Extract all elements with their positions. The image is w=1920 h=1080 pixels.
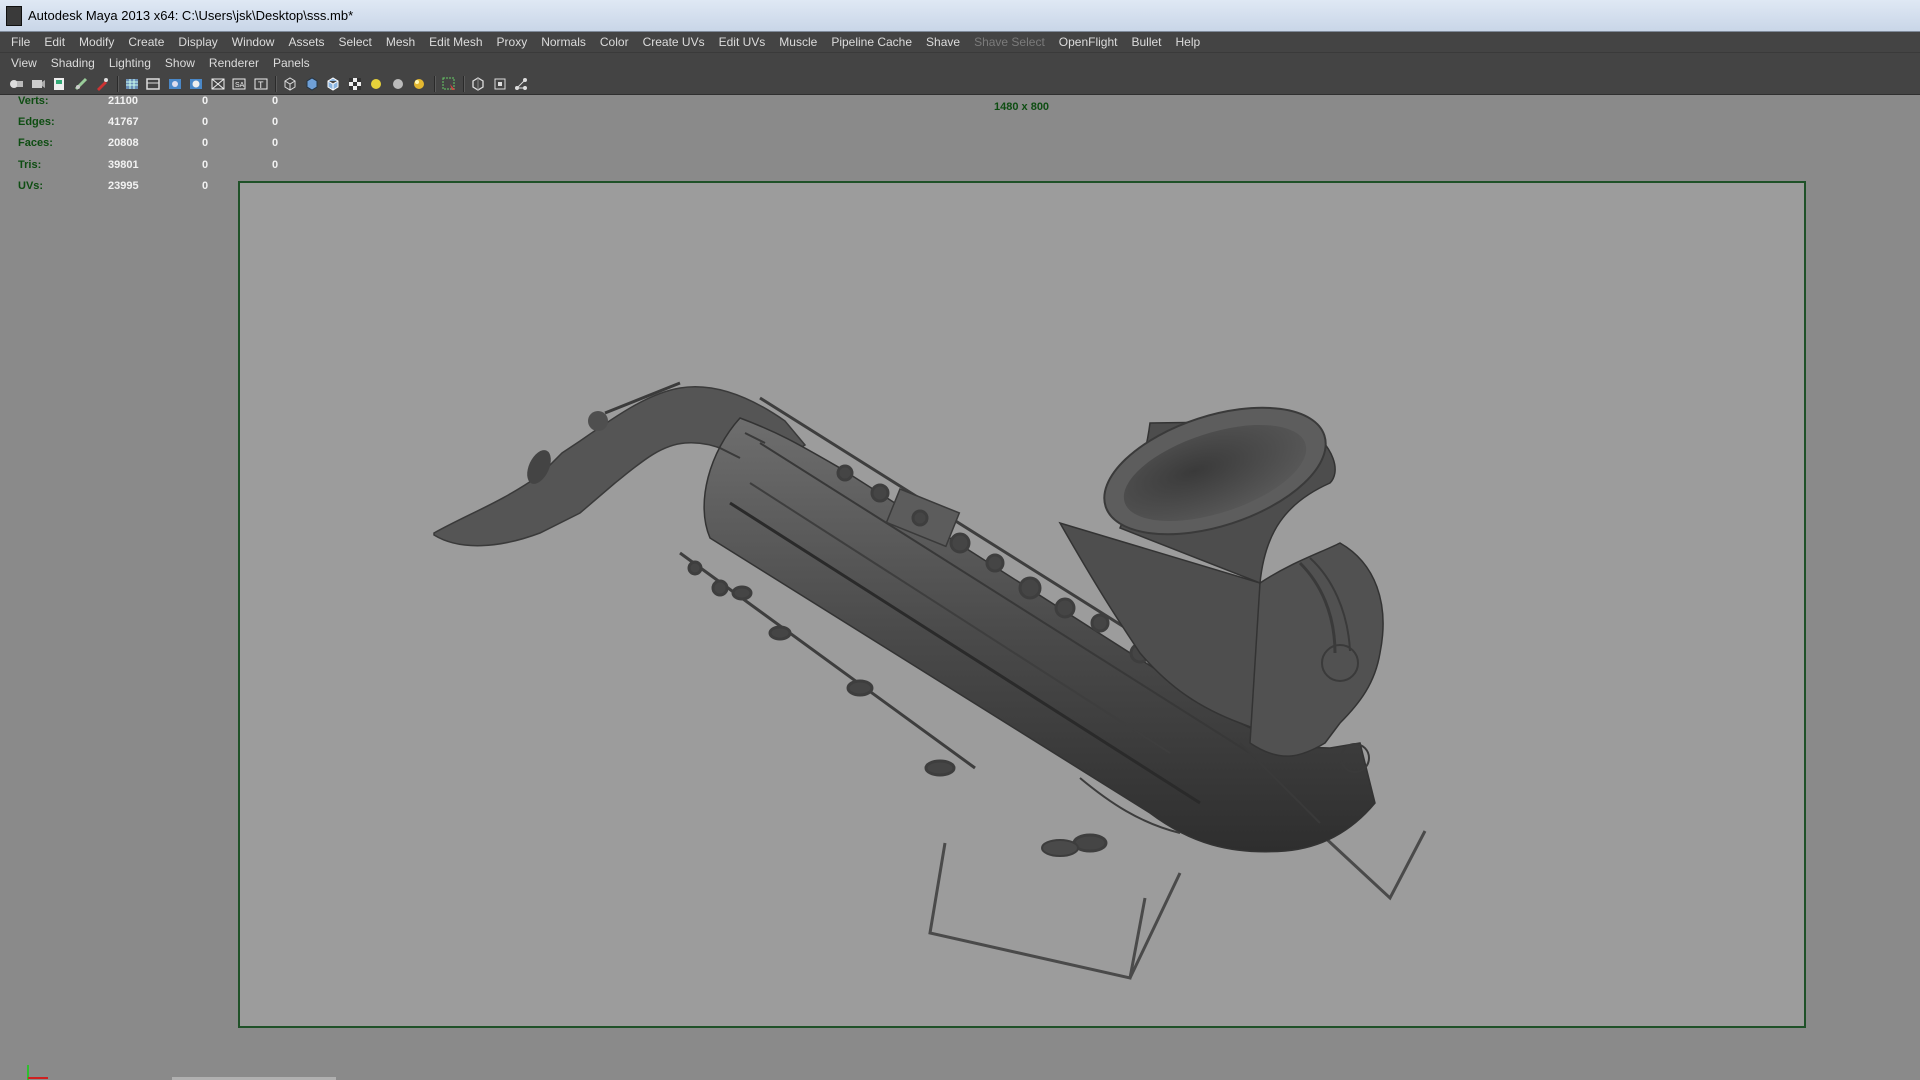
textured-icon[interactable] bbox=[347, 76, 363, 92]
film-gate-icon[interactable] bbox=[145, 76, 161, 92]
hud-stat-value: 39801 bbox=[108, 158, 139, 171]
hud-stat-value: 0 bbox=[202, 116, 209, 129]
menu-select[interactable]: Select bbox=[331, 32, 378, 52]
panel-menu-shading[interactable]: Shading bbox=[44, 53, 102, 73]
menu-display[interactable]: Display bbox=[171, 32, 224, 52]
image-plane-icon[interactable] bbox=[51, 76, 67, 92]
safe-action-icon[interactable]: SA bbox=[231, 76, 247, 92]
resolution-gate bbox=[238, 181, 1806, 1028]
wireframe-on-shaded-icon[interactable] bbox=[325, 76, 341, 92]
panel-toolbar: SA T bbox=[0, 73, 1920, 95]
window-title: Autodesk Maya 2013 x64: C:\Users\jsk\Des… bbox=[28, 8, 354, 23]
xray-active-components-icon[interactable] bbox=[492, 76, 508, 92]
toolbar-separator bbox=[463, 75, 465, 92]
all-lights-icon[interactable] bbox=[411, 76, 427, 92]
grease-pencil-icon[interactable] bbox=[94, 76, 110, 92]
hud-stat-value: 41767 bbox=[108, 116, 139, 129]
hud-stat-value: 0 bbox=[202, 158, 209, 171]
menu-assets[interactable]: Assets bbox=[281, 32, 331, 52]
safe-title-icon[interactable]: T bbox=[253, 76, 269, 92]
hud-stat-value: 0 bbox=[202, 179, 209, 192]
xray-joints-icon[interactable] bbox=[513, 76, 529, 92]
menu-file[interactable]: File bbox=[4, 32, 37, 52]
menu-mesh[interactable]: Mesh bbox=[379, 32, 422, 52]
xray-icon[interactable] bbox=[470, 76, 486, 92]
toolbar-separator bbox=[433, 75, 436, 92]
hud-stat-value: 0 bbox=[202, 137, 209, 150]
menu-color[interactable]: Color bbox=[593, 32, 636, 52]
hud-stat-value: 23995 bbox=[108, 179, 139, 192]
hud-stat-value: 0 bbox=[272, 116, 279, 129]
hud-stat-row: Tris: 39801 0 0 bbox=[18, 159, 298, 180]
panel-menu-bar: View Shading Lighting Show Renderer Panels bbox=[0, 52, 1920, 73]
maya-app-icon bbox=[6, 5, 22, 26]
menu-edit-mesh[interactable]: Edit Mesh bbox=[422, 32, 489, 52]
menu-shave[interactable]: Shave bbox=[919, 32, 967, 52]
menu-proxy[interactable]: Proxy bbox=[490, 32, 535, 52]
wireframe-icon[interactable] bbox=[282, 76, 298, 92]
hud-stat-label: Edges: bbox=[18, 116, 55, 129]
hud-stat-value: 20808 bbox=[108, 137, 139, 150]
perspective-viewport[interactable]: Verts: 21100 0 0 Edges: 41767 0 0 Faces: 20808 0 0 T… bbox=[0, 95, 1920, 1080]
hud-stat-value: 0 bbox=[202, 95, 209, 107]
menu-create-uvs[interactable]: Create UVs bbox=[636, 32, 712, 52]
menu-shave-select[interactable]: Shave Select bbox=[967, 32, 1052, 52]
panel-menu-renderer[interactable]: Renderer bbox=[202, 53, 266, 73]
svg-text:T: T bbox=[258, 80, 264, 90]
smooth-shade-icon[interactable] bbox=[304, 76, 320, 92]
stand-frame bbox=[928, 830, 1427, 980]
hud-stat-value: 0 bbox=[272, 137, 279, 150]
panel-menu-view[interactable]: View bbox=[4, 53, 44, 73]
camera-bookmark-icon[interactable] bbox=[30, 76, 46, 92]
hud-stat-value: 21100 bbox=[108, 95, 138, 107]
menu-pipeline-cache[interactable]: Pipeline Cache bbox=[824, 32, 919, 52]
hud-stat-label: Tris: bbox=[18, 158, 42, 171]
hud-stat-value: 0 bbox=[272, 158, 279, 171]
menu-help[interactable]: Help bbox=[1169, 32, 1208, 52]
field-chart-icon[interactable] bbox=[210, 76, 226, 92]
grid-icon[interactable] bbox=[124, 76, 140, 92]
menu-muscle[interactable]: Muscle bbox=[772, 32, 824, 52]
saxophone-model[interactable] bbox=[240, 183, 1808, 1030]
hud-stat-value: 0 bbox=[272, 95, 279, 107]
hud-stat-label: Faces: bbox=[18, 137, 53, 150]
resolution-readout: 1480 x 800 bbox=[994, 101, 1050, 113]
main-menu-bar: File Edit Modify Create Display Window Assets S… bbox=[0, 32, 1920, 52]
shadows-icon[interactable] bbox=[390, 76, 406, 92]
menu-edit-uvs[interactable]: Edit UVs bbox=[712, 32, 773, 52]
camera-attributes-icon[interactable] bbox=[8, 76, 24, 92]
hud-stat-label: Verts: bbox=[18, 95, 49, 107]
resolution-gate-icon[interactable] bbox=[167, 76, 183, 92]
menu-create[interactable]: Create bbox=[121, 32, 171, 52]
title-bar: Autodesk Maya 2013 x64: C:\Users\jsk\Des… bbox=[0, 0, 1920, 32]
hud-stat-label: UVs: bbox=[18, 179, 44, 192]
hud-stat-row: Edges: 41767 0 0 bbox=[18, 116, 298, 137]
axis-indicator-icon bbox=[27, 1065, 48, 1080]
toolbar-separator bbox=[116, 75, 119, 92]
default-lighting-icon[interactable] bbox=[368, 76, 384, 92]
gate-mask-icon[interactable] bbox=[188, 76, 204, 92]
menu-normals[interactable]: Normals bbox=[534, 32, 593, 52]
panel-menu-lighting[interactable]: Lighting bbox=[102, 53, 158, 73]
isolate-select-icon[interactable] bbox=[441, 76, 457, 92]
svg-text:SA: SA bbox=[235, 82, 245, 89]
menu-bullet[interactable]: Bullet bbox=[1124, 32, 1168, 52]
hud-stat-row: Verts: 21100 0 0 bbox=[18, 95, 298, 116]
panel-menu-show[interactable]: Show bbox=[158, 53, 202, 73]
menu-window[interactable]: Window bbox=[225, 32, 282, 52]
hud-stat-row: Faces: 20808 0 0 bbox=[18, 137, 298, 158]
toolbar-separator bbox=[275, 75, 277, 92]
menu-edit[interactable]: Edit bbox=[37, 32, 72, 52]
panel-menu-panels[interactable]: Panels bbox=[266, 53, 317, 73]
two-d-pan-zoom-icon[interactable] bbox=[73, 76, 89, 92]
menu-modify[interactable]: Modify bbox=[72, 32, 121, 52]
menu-openflight[interactable]: OpenFlight bbox=[1052, 32, 1125, 52]
